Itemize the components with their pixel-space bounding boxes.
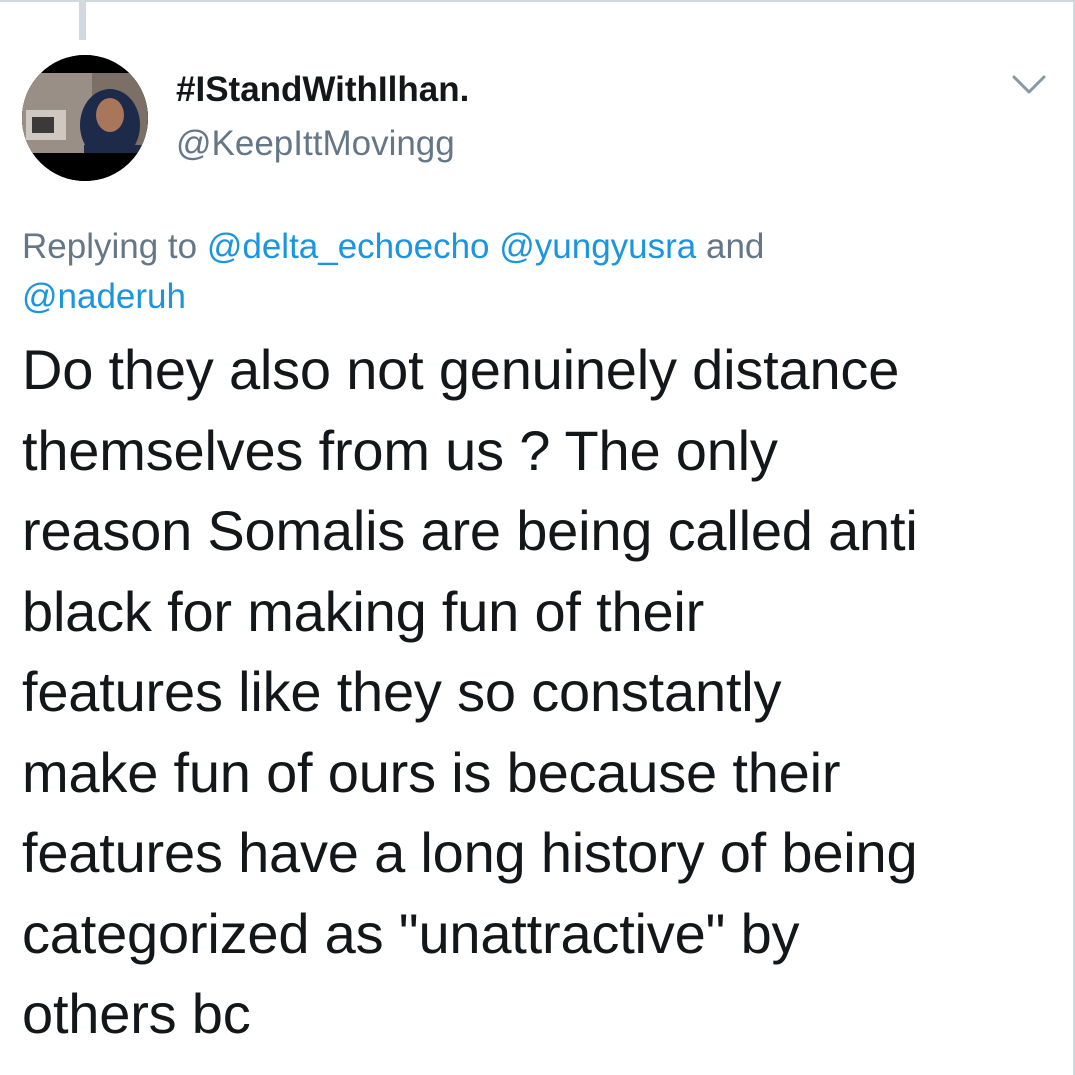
author-display-name[interactable]: #IStandWithIlhan. — [176, 70, 469, 110]
avatar[interactable] — [22, 55, 148, 181]
thread-connector-line — [79, 0, 86, 40]
frame-top-border — [0, 0, 1075, 2]
tweet-text-line: themselves from us ? The only — [22, 418, 778, 482]
tweet-text-line: categorized as "unattractive" by — [22, 901, 800, 965]
mention-link[interactable]: @yungyusra — [499, 227, 696, 266]
user-avatar-photo — [22, 55, 148, 181]
tweet-text-line: Do they also not genuinely distance — [22, 338, 900, 401]
mention-link[interactable]: @naderuh — [22, 277, 186, 316]
mention-link[interactable]: @delta_echoecho — [207, 227, 490, 266]
author-handle[interactable]: @KeepIttMovingg — [176, 124, 455, 164]
tweet-text-line: others bc — [22, 982, 251, 1045]
tweet-text-line: reason Somalis are being called anti — [22, 499, 918, 562]
tweet-text-line: black for making fun of their — [22, 579, 705, 643]
tweet-text-line: features have a long history of being — [22, 821, 918, 884]
tweet-text: Do they also not genuinely distance them… — [22, 330, 1062, 1055]
tweet-text-line: make fun of ours is because their — [22, 740, 841, 804]
tweet-text-line: features like they so constantly — [22, 660, 782, 723]
chevron-down-icon[interactable] — [1011, 72, 1047, 98]
reply-conjunction: and — [696, 227, 765, 266]
reply-prefix: Replying to — [22, 227, 207, 266]
reply-context: Replying to @delta_echoecho @yungyusra a… — [22, 222, 1032, 322]
